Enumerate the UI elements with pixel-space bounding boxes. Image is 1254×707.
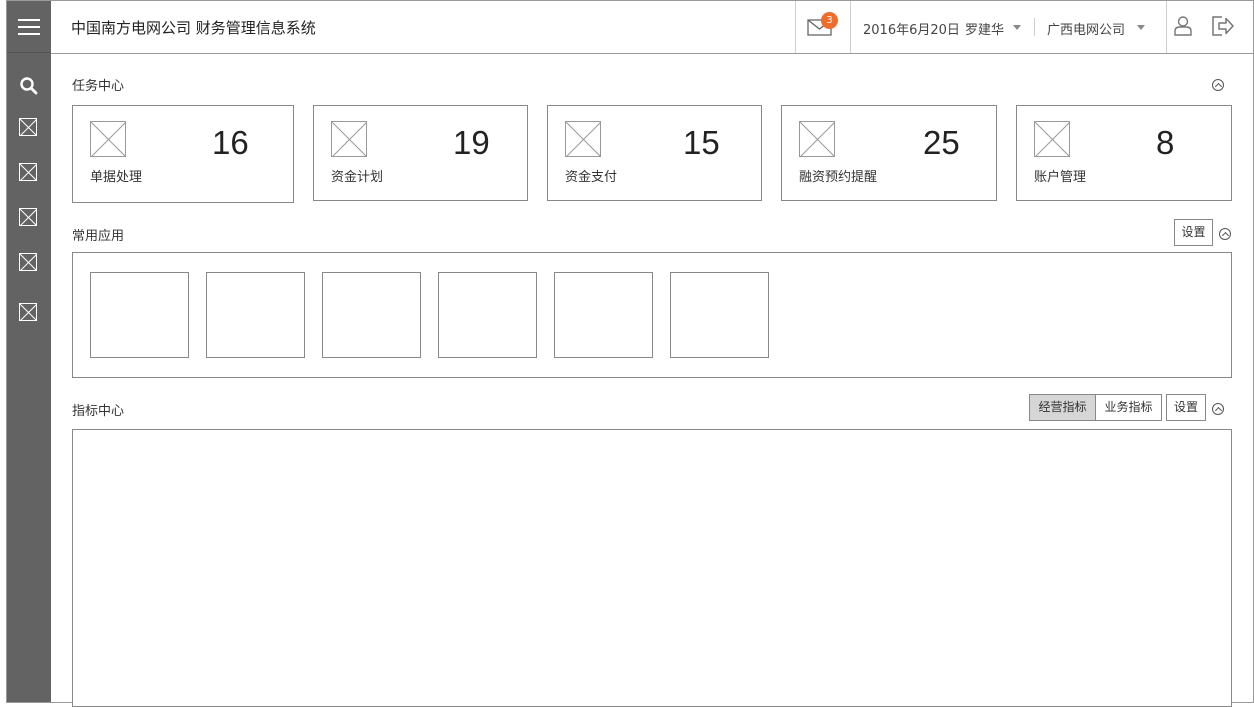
top-header: 中国南方电网公司 财务管理信息系统 3 2016年6月20日 罗建华 广西电网公… [51, 1, 1253, 54]
tab-business-indicators[interactable]: 业务指标 [1095, 394, 1162, 421]
divider [1166, 1, 1167, 53]
app-tile[interactable] [438, 272, 537, 358]
task-card[interactable]: 15 资金支付 [547, 105, 762, 201]
task-card[interactable]: 16 单据处理 [72, 105, 294, 203]
nav-item-2[interactable] [19, 163, 39, 183]
app-frame: 中国南方电网公司 财务管理信息系统 3 2016年6月20日 罗建华 广西电网公… [6, 0, 1254, 707]
image-placeholder-icon [19, 163, 37, 181]
task-count: 16 [212, 124, 249, 161]
tab-business-operation-indicators[interactable]: 经营指标 [1029, 394, 1096, 421]
nav-item-3[interactable] [19, 208, 39, 228]
image-placeholder-icon [19, 253, 37, 271]
app-title: 中国南方电网公司 财务管理信息系统 [71, 19, 316, 37]
task-count: 8 [1156, 124, 1175, 161]
task-count: 15 [683, 124, 720, 161]
company-selector[interactable]: 广西电网公司 [1047, 19, 1125, 38]
user-dropdown-icon[interactable] [1013, 25, 1021, 30]
user-profile-icon[interactable] [1172, 15, 1194, 37]
current-date: 2016年6月20日 [863, 23, 960, 38]
divider [1034, 18, 1035, 36]
task-card[interactable]: 25 融资预约提醒 [781, 105, 997, 201]
image-placeholder-icon [90, 121, 126, 157]
divider [850, 1, 851, 53]
app-tile[interactable] [670, 272, 769, 358]
image-placeholder-icon [19, 303, 37, 321]
task-label: 单据处理 [90, 170, 143, 185]
nav-item-5[interactable] [19, 303, 39, 323]
user-name[interactable]: 罗建华 [965, 19, 1004, 38]
hamburger-icon [18, 18, 40, 35]
image-placeholder-icon [19, 118, 37, 136]
image-placeholder-icon [565, 121, 601, 157]
task-card[interactable]: 19 资金计划 [313, 105, 528, 201]
app-tile[interactable] [554, 272, 653, 358]
image-placeholder-icon [1034, 121, 1070, 157]
task-label: 账户管理 [1034, 170, 1087, 185]
indicator-center-title: 指标中心 [72, 404, 125, 419]
common-apps-title: 常用应用 [72, 229, 125, 244]
app-tile[interactable] [206, 272, 305, 358]
indicator-panel [72, 429, 1232, 707]
image-placeholder-icon [331, 121, 367, 157]
divider [795, 1, 796, 53]
task-label: 资金计划 [331, 170, 384, 185]
collapse-icon[interactable] [1212, 403, 1224, 415]
image-placeholder-icon [19, 208, 37, 226]
common-apps-panel [72, 252, 1232, 378]
company-dropdown-icon[interactable] [1137, 25, 1145, 30]
logout-icon[interactable] [1211, 15, 1235, 37]
app-tile[interactable] [322, 272, 421, 358]
image-placeholder-icon [799, 121, 835, 157]
sidebar [7, 1, 51, 702]
task-center-title: 任务中心 [72, 79, 125, 94]
nav-item-4[interactable] [19, 253, 39, 273]
indicator-settings-button[interactable]: 设置 [1166, 394, 1206, 421]
collapse-icon[interactable] [1219, 228, 1231, 240]
common-apps-settings-button[interactable]: 设置 [1174, 219, 1213, 246]
task-label: 资金支付 [565, 170, 618, 185]
app-tile[interactable] [90, 272, 189, 358]
task-count: 25 [923, 124, 960, 161]
notification-badge: 3 [821, 12, 838, 29]
task-count: 19 [453, 124, 490, 161]
search-icon[interactable] [19, 76, 39, 96]
task-card[interactable]: 8 账户管理 [1016, 105, 1232, 201]
nav-item-1[interactable] [19, 118, 39, 138]
menu-button[interactable] [7, 1, 51, 53]
collapse-icon[interactable] [1212, 79, 1224, 91]
task-label: 融资预约提醒 [799, 170, 878, 185]
